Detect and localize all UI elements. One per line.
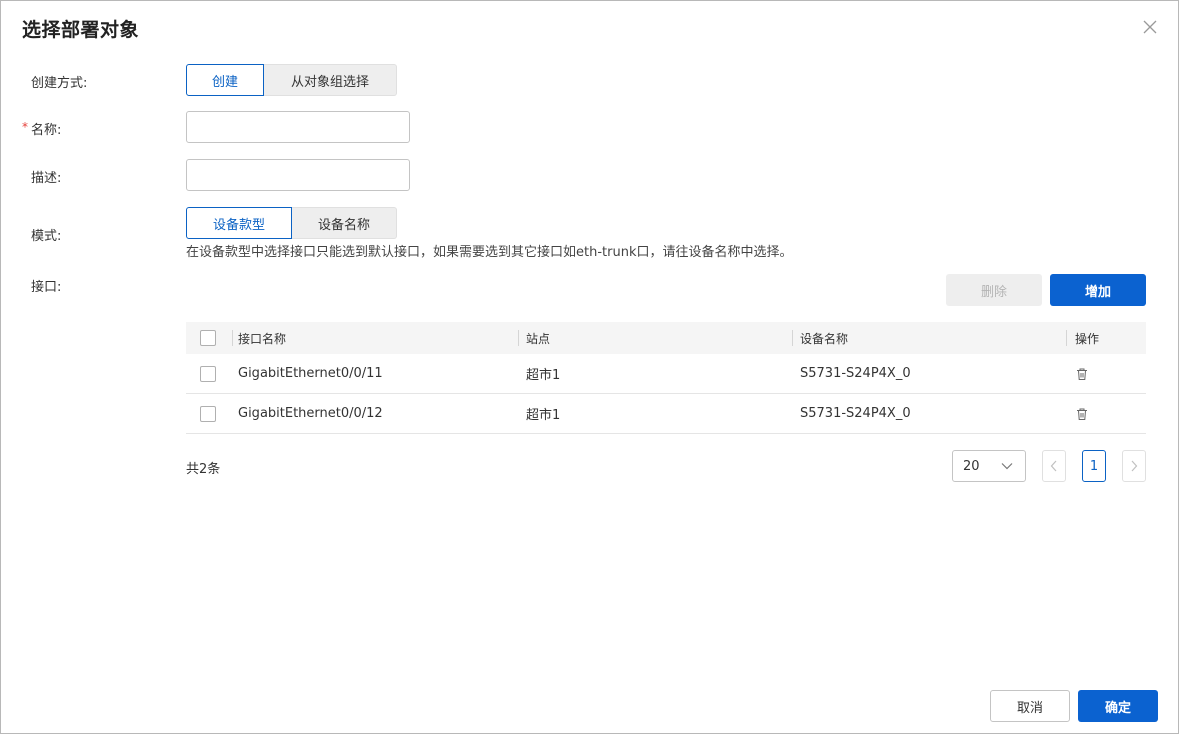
chevron-left-icon [1050, 460, 1057, 472]
add-button[interactable]: 增加 [1050, 274, 1146, 306]
deploy-object-dialog: 选择部署对象 创建方式: 创建 从对象组选择 * 名称: 描述: 模式: 设备款… [0, 0, 1179, 734]
total-count: 共2条 [186, 462, 221, 477]
site-cell: 超市1 [526, 408, 561, 423]
row-checkbox[interactable] [200, 365, 216, 382]
column-site: 站点 [526, 331, 551, 346]
chevron-right-icon [1131, 460, 1138, 472]
table-row: GigabitEthernet0/0/12 超市1 S5731-S24P4X_0 [186, 394, 1146, 434]
device-model-button[interactable]: 设备款型 [186, 207, 292, 239]
mode-label: 模式: [31, 229, 62, 244]
device-name-cell: S5731-S24P4X_0 [800, 366, 911, 381]
chevron-down-icon [1001, 463, 1013, 470]
name-label: * 名称: [22, 119, 62, 138]
confirm-button[interactable]: 确定 [1078, 690, 1158, 722]
column-action: 操作 [1075, 331, 1100, 346]
device-name-button[interactable]: 设备名称 [292, 207, 397, 239]
close-icon[interactable] [1140, 17, 1160, 37]
interface-name-cell: GigabitEthernet0/0/12 [238, 406, 383, 421]
description-input[interactable] [186, 159, 410, 191]
name-label-text: 名称: [31, 123, 62, 138]
mode-toggle: 设备款型 设备名称 [186, 207, 397, 239]
interface-label: 接口: [31, 280, 62, 295]
delete-button[interactable]: 删除 [946, 274, 1042, 306]
create-method-toggle: 创建 从对象组选择 [186, 64, 397, 96]
page-size-value: 20 [963, 458, 980, 474]
create-method-label: 创建方式: [31, 76, 88, 91]
select-from-group-button[interactable]: 从对象组选择 [264, 64, 397, 96]
mode-hint-text: 在设备款型中选择接口只能选到默认接口，如果需要选到其它接口如eth-trunk口… [186, 245, 793, 260]
dialog-title: 选择部署对象 [22, 19, 140, 41]
trash-icon[interactable] [1075, 407, 1089, 421]
interface-table: 接口名称 站点 设备名称 操作 GigabitEthernet0/0/11 超市… [186, 322, 1146, 434]
column-device-name: 设备名称 [800, 331, 849, 346]
create-option-button[interactable]: 创建 [186, 64, 264, 96]
page-size-select[interactable]: 20 [952, 450, 1026, 482]
required-mark: * [22, 120, 28, 134]
site-cell: 超市1 [526, 368, 561, 383]
name-input[interactable] [186, 111, 410, 143]
select-all-checkbox[interactable] [200, 330, 216, 346]
cancel-button[interactable]: 取消 [990, 690, 1070, 722]
column-interface-name: 接口名称 [238, 331, 287, 346]
description-label: 描述: [31, 171, 62, 186]
trash-icon[interactable] [1075, 367, 1089, 381]
page-number-button[interactable]: 1 [1082, 450, 1106, 482]
prev-page-button[interactable] [1042, 450, 1066, 482]
row-checkbox[interactable] [200, 405, 216, 422]
device-name-cell: S5731-S24P4X_0 [800, 406, 911, 421]
next-page-button[interactable] [1122, 450, 1146, 482]
table-header: 接口名称 站点 设备名称 操作 [186, 322, 1146, 354]
table-row: GigabitEthernet0/0/11 超市1 S5731-S24P4X_0 [186, 354, 1146, 394]
interface-name-cell: GigabitEthernet0/0/11 [238, 366, 383, 381]
